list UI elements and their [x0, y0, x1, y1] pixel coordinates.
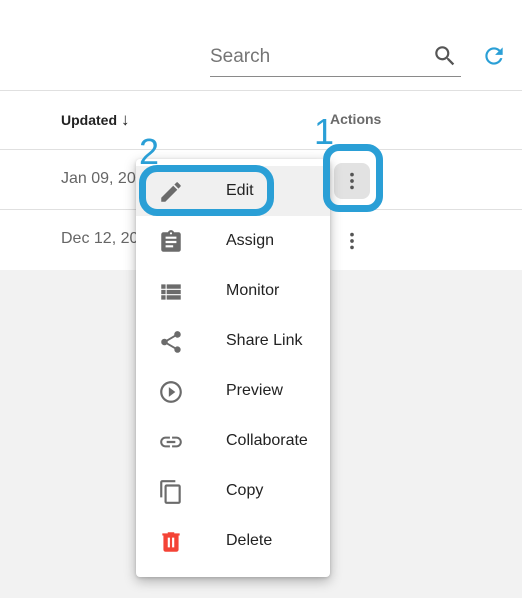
trash-icon — [162, 532, 180, 552]
clipboard-icon — [161, 230, 181, 252]
menu-item-label: Collaborate — [226, 432, 308, 449]
menu-item-monitor[interactable]: Monitor — [136, 266, 330, 316]
row-actions-menu-button[interactable] — [334, 223, 370, 259]
menu-item-label: Share Link — [226, 332, 303, 349]
menu-item-share-link[interactable]: Share Link — [136, 316, 330, 366]
sort-down-arrow-icon[interactable]: ↓ — [121, 111, 130, 128]
column-updated-label: Updated — [61, 111, 117, 128]
column-header-actions: Actions — [330, 111, 382, 127]
menu-item-label: Copy — [226, 482, 264, 499]
search-input[interactable] — [210, 42, 425, 72]
menu-item-label: Assign — [226, 232, 275, 249]
menu-item-label: Monitor — [226, 282, 280, 299]
play-circle-icon — [160, 381, 182, 403]
link-icon — [160, 436, 182, 448]
updated-date-cell: Jan 09, 20 — [61, 170, 136, 187]
row-actions-dropdown-menu: Edit Assign Monitor Share Link Preview C… — [136, 159, 330, 577]
menu-item-collaborate[interactable]: Collaborate — [136, 416, 330, 466]
refresh-icon[interactable] — [481, 43, 507, 69]
menu-item-label: Delete — [226, 532, 273, 549]
share-icon — [161, 331, 181, 353]
step-2-highlight-box — [139, 165, 274, 216]
menu-item-label: Preview — [226, 382, 283, 399]
list-icon — [161, 284, 181, 300]
step-1-number: 1 — [314, 111, 335, 152]
more-vert-icon — [350, 232, 354, 250]
menu-item-assign[interactable]: Assign — [136, 216, 330, 266]
search-icon[interactable] — [432, 43, 458, 69]
column-header-updated[interactable]: Updated ↓ — [61, 111, 130, 128]
menu-item-preview[interactable]: Preview — [136, 366, 330, 416]
menu-item-delete[interactable]: Delete — [136, 516, 330, 566]
copy-icon — [160, 480, 181, 504]
step-1-highlight-box — [323, 144, 383, 212]
step-2-number: 2 — [139, 131, 160, 172]
menu-item-copy[interactable]: Copy — [136, 466, 330, 516]
updated-date-cell: Dec 12, 20 — [61, 230, 139, 247]
search-field[interactable] — [210, 40, 461, 77]
table-header: Updated ↓ Actions — [0, 90, 522, 150]
